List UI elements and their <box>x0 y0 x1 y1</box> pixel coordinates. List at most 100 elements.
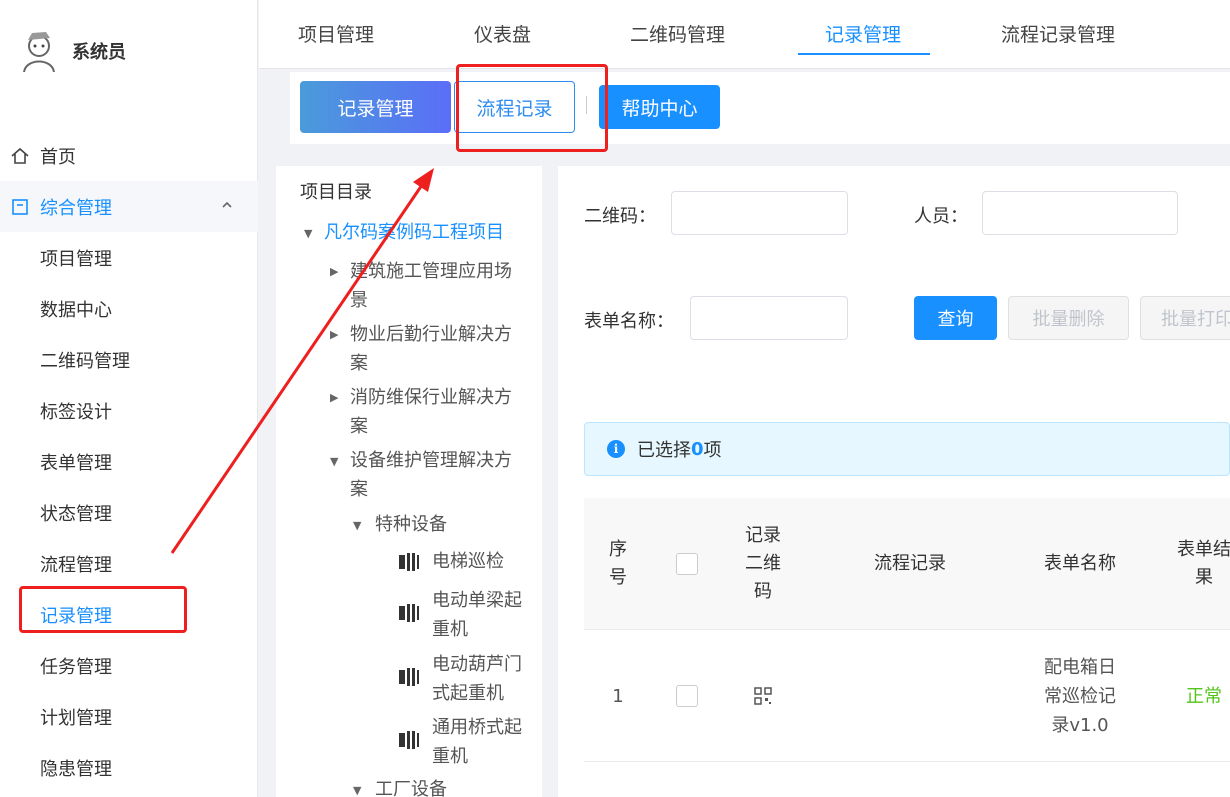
caret-right-icon: ▶ <box>330 391 339 404</box>
tree-title: 项目目录 <box>300 182 372 203</box>
qr-filter-label: 二维码： <box>584 206 656 227</box>
tree-leaf-elevator[interactable]: 电梯巡检 <box>399 547 504 576</box>
header-text: 序 <box>609 539 627 560</box>
sidebar-item-data-center[interactable]: 数据中心 <box>0 283 258 334</box>
batch-print-button[interactable]: 批量打印 <box>1140 296 1230 340</box>
tree-node-label: 式起重机 <box>432 683 504 704</box>
tree-leaf-crane-bridge[interactable]: 通用桥式起 重机 <box>399 713 522 771</box>
col-seq: 序 号 <box>606 536 630 592</box>
qr-filter-input[interactable] <box>671 191 848 235</box>
tree-node-construction[interactable]: ▶ 建筑施工管理应用场 景 <box>330 257 512 315</box>
records-button[interactable]: 记录管理 <box>300 81 451 133</box>
sidebar-item-label-design[interactable]: 标签设计 <box>0 385 258 436</box>
tree-node-label: 案 <box>350 479 368 500</box>
info-icon: i <box>607 440 625 458</box>
form-filter-input[interactable] <box>690 296 848 340</box>
sidebar-item-label: 标签设计 <box>40 401 112 423</box>
person-filter-input[interactable] <box>982 191 1178 235</box>
sidebar-item-qrcode[interactable]: 二维码管理 <box>0 334 258 385</box>
window-icon <box>12 198 28 215</box>
header-text: 果 <box>1195 567 1213 588</box>
sidebar-item-plan[interactable]: 计划管理 <box>0 691 258 742</box>
top-tab-bar: 项目管理 仪表盘 二维码管理 记录管理 流程记录管理 <box>259 0 1230 69</box>
sidebar-item-label: 隐患管理 <box>40 758 112 780</box>
tree-node-label: 景 <box>350 290 368 311</box>
tree-node-equipment[interactable]: ▼ 设备维护管理解决方 案 <box>330 446 512 504</box>
header-text: 号 <box>609 567 627 588</box>
avatar <box>16 28 62 74</box>
tree-node-special[interactable]: ▼ 特种设备 <box>353 510 447 539</box>
tab-records[interactable]: 记录管理 <box>825 20 901 47</box>
chevron-up-icon <box>222 201 232 208</box>
sidebar-item-label: 二维码管理 <box>40 350 130 372</box>
sidebar-item-label: 表单管理 <box>40 452 112 474</box>
sidebar-item-form[interactable]: 表单管理 <box>0 436 258 487</box>
tree-node-label: 物业后勤行业解决方 <box>350 324 512 345</box>
query-button[interactable]: 查询 <box>914 296 997 340</box>
tree-node-property[interactable]: ▶ 物业后勤行业解决方 案 <box>330 320 512 378</box>
cell-result: 正常 <box>1186 686 1222 707</box>
caret-down-icon: ▼ <box>304 227 313 240</box>
sidebar-group-general[interactable]: 综合管理 <box>0 181 258 232</box>
header-text: 码 <box>754 581 772 602</box>
sidebar-item-task[interactable]: 任务管理 <box>0 640 258 691</box>
sidebar-item-label: 首页 <box>40 146 76 168</box>
col-result: 表单结 果 <box>1168 536 1230 592</box>
sub-toolbar: 记录管理 流程记录 帮助中心 <box>290 72 1230 144</box>
tree-node-label: 建筑施工管理应用场 <box>350 261 512 282</box>
tree-node-root[interactable]: ▼ 凡尔码案例码工程项目 <box>304 218 504 247</box>
sidebar-item-label: 任务管理 <box>40 656 112 678</box>
col-flow: 流程记录 <box>874 553 946 574</box>
home-icon <box>11 147 29 164</box>
table-row[interactable]: 1 配电箱日 常巡检记 录v1.0 正常 <box>584 630 1230 762</box>
device-icon <box>399 553 419 571</box>
col-qrcode: 记录 二维 码 <box>734 522 792 606</box>
tree-node-label: 工厂设备 <box>375 779 447 797</box>
selection-alert: i 已选择 0 项 <box>584 422 1230 476</box>
tree-node-factory[interactable]: ▼ 工厂设备 <box>353 775 447 797</box>
tree-leaf-crane-single[interactable]: 电动单梁起 重机 <box>399 586 522 644</box>
sidebar-item-flow[interactable]: 流程管理 <box>0 538 258 589</box>
help-center-button[interactable]: 帮助中心 <box>599 85 720 129</box>
sidebar-item-status[interactable]: 状态管理 <box>0 487 258 538</box>
tree-node-label: 设备维护管理解决方 <box>350 450 512 471</box>
tree-node-label: 消防维保行业解决方 <box>350 387 512 408</box>
row-checkbox[interactable] <box>676 685 698 707</box>
sidebar-item-label: 数据中心 <box>40 299 112 321</box>
annotation-highlight-flow-records <box>456 64 608 152</box>
tree-node-label: 案 <box>350 353 368 374</box>
active-tab-indicator <box>798 53 930 55</box>
device-icon <box>399 604 419 622</box>
annotation-highlight-records <box>19 586 187 633</box>
sidebar-item-label: 计划管理 <box>40 707 112 729</box>
tree-node-label: 凡尔码案例码工程项目 <box>324 222 504 243</box>
tree-node-fire[interactable]: ▶ 消防维保行业解决方 案 <box>330 383 512 441</box>
select-all-checkbox[interactable] <box>676 553 698 575</box>
sidebar-item-home[interactable]: 首页 <box>0 130 258 181</box>
cell-text: 常巡检记 <box>1044 686 1116 707</box>
header-text: 二维 <box>745 553 781 574</box>
tree-node-label: 重机 <box>432 746 468 767</box>
caret-down-icon: ▼ <box>330 455 339 468</box>
tree-node-label: 案 <box>350 416 368 437</box>
sidebar: 系统员 首页 综合管理 项目管理 数据中心 二维码管理 标签设计 表单管理 状态… <box>0 0 258 797</box>
selected-count: 0 <box>691 438 704 460</box>
caret-right-icon: ▶ <box>330 265 339 278</box>
tree-leaf-crane-gantry[interactable]: 电动葫芦门 式起重机 <box>399 650 522 708</box>
alert-suffix: 项 <box>703 440 722 461</box>
sidebar-item-hazard[interactable]: 隐患管理 <box>0 742 258 793</box>
tab-flow-records[interactable]: 流程记录管理 <box>1001 20 1115 47</box>
col-form: 表单名称 <box>1044 553 1116 574</box>
device-icon <box>399 668 419 686</box>
batch-delete-button[interactable]: 批量删除 <box>1008 296 1129 340</box>
tab-dashboard[interactable]: 仪表盘 <box>474 20 531 47</box>
sidebar-item-project[interactable]: 项目管理 <box>0 232 258 283</box>
tab-qrcode[interactable]: 二维码管理 <box>630 20 725 47</box>
sidebar-item-label: 项目管理 <box>40 248 112 270</box>
sidebar-item-label: 流程管理 <box>40 554 112 576</box>
sidebar-item-label: 状态管理 <box>40 503 112 525</box>
logo: 系统员 <box>16 28 126 74</box>
tab-project[interactable]: 项目管理 <box>298 20 374 47</box>
caret-down-icon: ▼ <box>353 784 362 797</box>
qrcode-icon[interactable] <box>754 687 772 705</box>
